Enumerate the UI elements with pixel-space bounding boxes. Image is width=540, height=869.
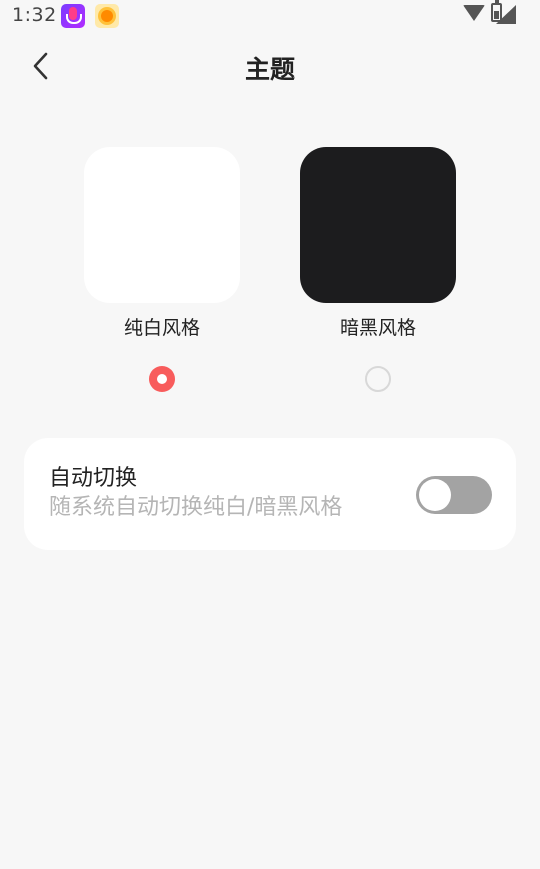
battery-icon (491, 0, 502, 22)
dark-theme-swatch[interactable] (300, 147, 456, 303)
theme-option-dark[interactable]: 暗黑风格 (300, 147, 456, 339)
dark-theme-radio[interactable] (365, 366, 391, 392)
auto-switch-card: 自动切换 随系统自动切换纯白/暗黑风格 (24, 438, 516, 550)
page-title: 主题 (244, 55, 295, 84)
wifi-icon (463, 5, 485, 21)
sun-app-icon (95, 4, 119, 28)
theme-option-light[interactable]: 纯白风格 (84, 147, 240, 339)
dark-theme-label: 暗黑风格 (339, 317, 416, 339)
light-theme-radio[interactable] (149, 366, 175, 392)
header: 主题 (0, 40, 540, 94)
light-theme-swatch[interactable] (84, 147, 240, 303)
auto-switch-title: 自动切换 (49, 466, 138, 491)
auto-switch-description: 随系统自动切换纯白/暗黑风格 (49, 495, 343, 520)
light-theme-label: 纯白风格 (123, 317, 200, 339)
status-bar: 1:32 (0, 0, 540, 32)
podcast-app-icon (61, 4, 85, 28)
status-time: 1:32 (12, 4, 57, 26)
auto-switch-toggle[interactable] (416, 476, 492, 514)
toggle-knob (419, 479, 451, 511)
